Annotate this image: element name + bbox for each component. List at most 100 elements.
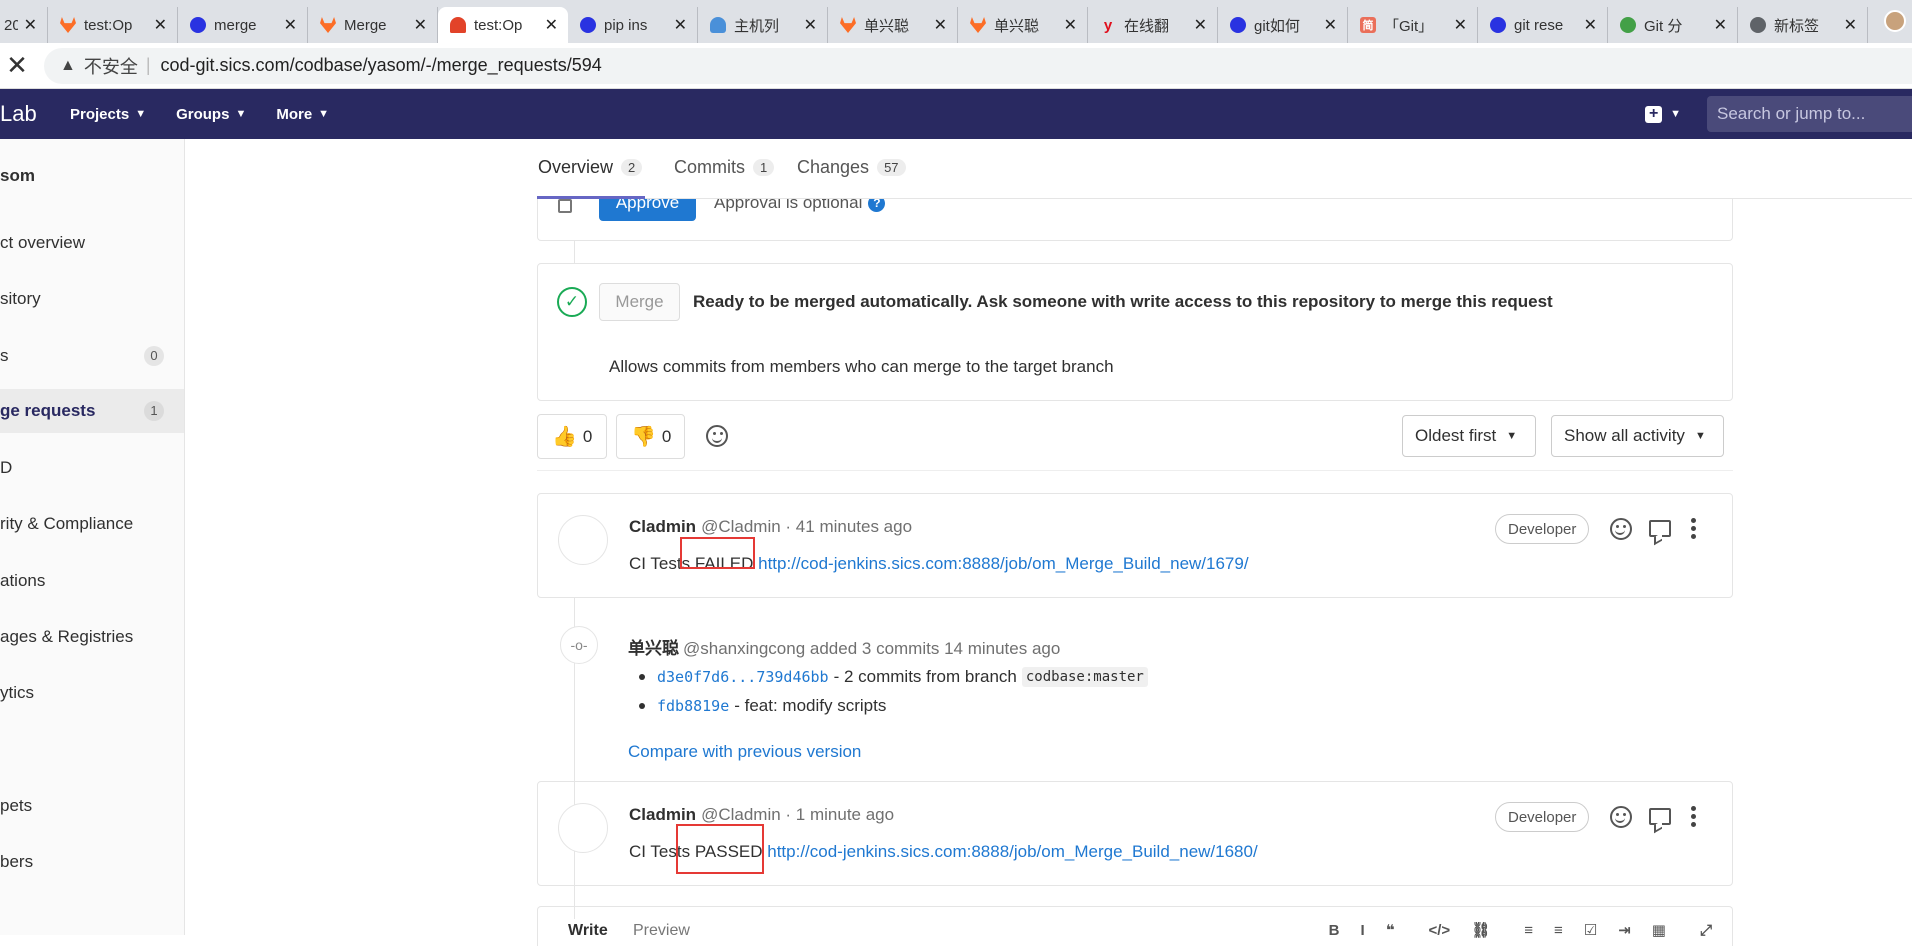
close-tab-icon[interactable]: ✕	[545, 15, 558, 35]
security-label[interactable]: 不安全	[84, 53, 138, 79]
stop-loading-icon[interactable]: ✕	[2, 50, 32, 81]
browser-tab[interactable]: merge ✕	[178, 7, 308, 43]
nav-projects[interactable]: Projects ▼	[70, 106, 146, 123]
italic-icon[interactable]: I	[1361, 922, 1365, 939]
avatar[interactable]	[558, 515, 608, 565]
thumbs-up-award-button[interactable]: 👍 0	[537, 414, 607, 459]
sidebar-item-repository[interactable]: sitory	[0, 277, 184, 321]
browser-tab[interactable]: pip ins ✕	[568, 7, 698, 43]
add-reaction-icon[interactable]	[706, 425, 728, 447]
table-icon[interactable]: ▦	[1652, 921, 1666, 939]
activity-filter-dropdown[interactable]: Show all activity ▼	[1551, 415, 1724, 457]
note-author[interactable]: Cladmin	[629, 517, 696, 537]
commit-range-link[interactable]: d3e0f7d6...739d46bb	[657, 668, 829, 686]
task-list-icon[interactable]: ☑	[1584, 921, 1597, 939]
sidebar-item-project-overview[interactable]: ct overview	[0, 221, 184, 265]
nav-more[interactable]: More ▼	[276, 106, 329, 123]
sidebar-item-security-compliance[interactable]: rity & Compliance	[0, 502, 184, 546]
note-author[interactable]: 单兴聪	[628, 639, 679, 658]
close-tab-icon[interactable]: ✕	[1064, 15, 1077, 35]
more-actions-icon[interactable]	[1691, 806, 1697, 828]
close-tab-icon[interactable]: ✕	[1844, 15, 1857, 35]
avatar[interactable]	[558, 803, 608, 853]
close-tab-icon[interactable]: ✕	[1324, 15, 1337, 35]
bullet-list-icon[interactable]: ≡	[1524, 922, 1533, 939]
search-input[interactable]: Search or jump to...	[1707, 96, 1912, 132]
quote-icon[interactable]: ❝	[1386, 921, 1395, 939]
close-tab-icon[interactable]: ✕	[674, 15, 687, 35]
commit-sha-link[interactable]: fdb8819e	[657, 697, 729, 715]
tab-changes[interactable]: Changes 57	[797, 157, 906, 178]
sidebar-item-issues[interactable]: s0	[0, 334, 184, 378]
tab-commits[interactable]: Commits 1	[674, 157, 775, 178]
sidebar-item-snippets[interactable]: pets	[0, 784, 184, 828]
indent-icon[interactable]: ⇥	[1618, 921, 1631, 939]
tab-preview[interactable]: Preview	[633, 922, 690, 940]
url-field[interactable]: ▲ 不安全 | cod-git.sics.com/codbase/yasom/-…	[44, 47, 1912, 84]
browser-tab[interactable]: 主机列 ✕	[698, 7, 828, 43]
close-tab-icon[interactable]: ✕	[284, 15, 297, 35]
sidebar-item-analytics[interactable]: ytics	[0, 671, 184, 715]
note-username[interactable]: @Cladmin	[701, 805, 781, 825]
approve-button[interactable]: Approve	[599, 199, 696, 221]
browser-tab[interactable]: git rese ✕	[1478, 7, 1608, 43]
close-tab-icon[interactable]: ✕	[24, 15, 37, 35]
close-tab-icon[interactable]: ✕	[1194, 15, 1207, 35]
browser-tab[interactable]: 20 ✕	[0, 7, 48, 43]
profile-avatar-icon[interactable]	[1884, 10, 1906, 32]
jenkins-build-link[interactable]: http://cod-jenkins.sics.com:8888/job/om_…	[758, 554, 1248, 573]
nav-groups[interactable]: Groups ▼	[176, 106, 246, 123]
fullscreen-icon[interactable]: ⤢	[1700, 922, 1712, 939]
close-tab-icon[interactable]: ✕	[1714, 15, 1727, 35]
code-icon[interactable]: </>	[1429, 922, 1451, 939]
note-timestamp[interactable]: · 41 minutes ago	[785, 517, 912, 537]
tab-overview[interactable]: Overview 2	[538, 157, 643, 178]
numbered-list-icon[interactable]: ≡	[1554, 922, 1563, 939]
close-tab-icon[interactable]: ✕	[154, 15, 167, 35]
reply-comment-icon[interactable]	[1649, 808, 1671, 825]
close-tab-icon[interactable]: ✕	[934, 15, 947, 35]
note-timestamp[interactable]: · 1 minute ago	[785, 805, 894, 825]
close-tab-icon[interactable]: ✕	[1584, 15, 1597, 35]
jenkins-build-link[interactable]: http://cod-jenkins.sics.com:8888/job/om_…	[767, 842, 1257, 861]
close-tab-icon[interactable]: ✕	[414, 15, 427, 35]
more-actions-icon[interactable]	[1691, 518, 1697, 540]
browser-tab-active[interactable]: test:Op ✕	[438, 7, 568, 43]
sidebar-item-packages-registries[interactable]: ages & Registries	[0, 615, 184, 659]
sidebar-item-operations[interactable]: ations	[0, 559, 184, 603]
sidebar-item-merge-requests[interactable]: ge requests 1	[0, 389, 184, 433]
info-icon[interactable]: ?	[868, 199, 886, 212]
sidebar-item-members[interactable]: bers	[0, 840, 184, 884]
thumbs-down-award-button[interactable]: 👎 0	[616, 414, 685, 459]
sidebar-item-cicd[interactable]: D	[0, 446, 184, 490]
add-reaction-icon[interactable]	[1610, 806, 1632, 828]
browser-tab[interactable]: test:Op ✕	[48, 7, 178, 43]
sidebar-project-name[interactable]: som	[0, 166, 35, 186]
close-tab-icon[interactable]: ✕	[1454, 15, 1467, 35]
url-text[interactable]: cod-git.sics.com/codbase/yasom/-/merge_r…	[161, 55, 602, 76]
browser-tab[interactable]: Merge ✕	[308, 7, 438, 43]
browser-tab[interactable]: y 在线翻 ✕	[1088, 7, 1218, 43]
note-author[interactable]: Cladmin	[629, 805, 696, 825]
warning-icon[interactable]: ▲	[60, 57, 76, 75]
browser-tab[interactable]: Git 分 ✕	[1608, 7, 1738, 43]
compare-previous-version-link[interactable]: Compare with previous version	[628, 742, 861, 762]
sort-dropdown[interactable]: Oldest first ▼	[1402, 415, 1536, 457]
cloud-icon	[710, 17, 726, 33]
bold-icon[interactable]: B	[1329, 922, 1340, 939]
gitlab-logo[interactable]: Lab	[0, 101, 70, 127]
link-icon[interactable]: ⛓	[1471, 921, 1490, 939]
merge-button[interactable]: Merge	[599, 283, 680, 321]
reply-comment-icon[interactable]	[1649, 520, 1671, 537]
browser-tab[interactable]: 单兴聪 ✕	[958, 7, 1088, 43]
note-username[interactable]: @Cladmin	[701, 517, 781, 537]
tab-write[interactable]: Write	[568, 922, 608, 940]
browser-tab[interactable]: 简 「Git」 ✕	[1348, 7, 1478, 43]
close-tab-icon[interactable]: ✕	[804, 15, 817, 35]
browser-tab[interactable]: git如何 ✕	[1218, 7, 1348, 43]
check-circle-icon: ✓	[557, 287, 587, 317]
browser-tab[interactable]: 新标签 ✕	[1738, 7, 1868, 43]
browser-tab[interactable]: 单兴聪 ✕	[828, 7, 958, 43]
add-reaction-icon[interactable]	[1610, 518, 1632, 540]
new-item-dropdown[interactable]: + ▼	[1645, 105, 1681, 123]
